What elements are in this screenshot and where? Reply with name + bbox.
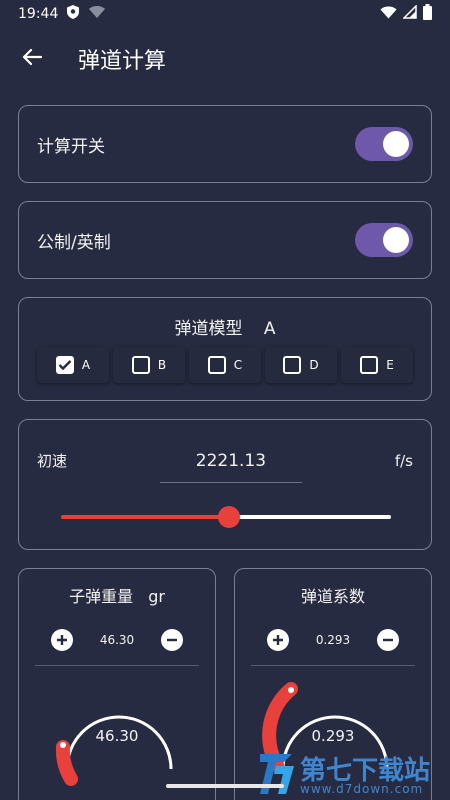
app-bar: 弹道计算	[0, 28, 450, 90]
checkbox-checked[interactable]	[55, 356, 74, 374]
plus-icon	[273, 635, 283, 645]
calc-switch-label: 计算开关	[37, 136, 105, 157]
toggle-knob	[383, 227, 409, 253]
minus-icon	[166, 638, 177, 642]
gesture-nav-bar[interactable]	[166, 784, 284, 788]
checkbox[interactable]	[207, 356, 226, 374]
check-icon	[58, 360, 72, 371]
ballistic-model-value: A	[263, 319, 276, 339]
watermark: 第七下载站 www.d7down.com	[256, 748, 450, 800]
watermark-url: www.d7down.com	[300, 782, 424, 796]
velocity-unit: f/s	[394, 451, 413, 470]
wifi-icon	[380, 6, 397, 23]
divider	[35, 665, 199, 666]
ballistic-coef-label: 弹道系数	[300, 587, 365, 606]
bullet-weight-value: 46.30	[99, 633, 135, 647]
model-option-label: C	[233, 358, 243, 372]
status-bar: 19:44	[0, 0, 450, 28]
battery-icon	[423, 4, 432, 24]
slider-thumb[interactable]	[218, 506, 240, 528]
ballistic-coef-header: 弹道系数	[235, 583, 431, 607]
checkbox[interactable]	[360, 356, 379, 374]
model-option-c[interactable]: C	[189, 347, 261, 383]
model-option-a[interactable]: A	[37, 347, 109, 383]
model-option-label: B	[157, 358, 167, 372]
bullet-weight-stepper: 46.30	[19, 629, 215, 651]
checkbox[interactable]	[131, 356, 150, 374]
decrement-button[interactable]	[376, 629, 399, 651]
back-button[interactable]	[12, 39, 52, 79]
calc-switch-card: 计算开关	[18, 105, 432, 183]
unit-switch-label: 公制/英制	[37, 232, 111, 253]
velocity-label: 初速	[37, 452, 68, 470]
model-option-b[interactable]: B	[113, 347, 185, 383]
bullet-weight-header: 子弹重量 gr	[19, 583, 215, 607]
wifi-question-icon	[88, 5, 106, 23]
velocity-input[interactable]: 2221.13	[196, 451, 266, 471]
unit-switch-toggle[interactable]	[355, 223, 413, 257]
model-option-label: E	[386, 358, 394, 372]
bullet-weight-unit: gr	[148, 587, 165, 606]
model-option-d[interactable]: D	[265, 347, 337, 383]
slider-track-active	[61, 515, 229, 519]
calc-switch-toggle[interactable]	[355, 127, 413, 161]
bullet-weight-gauge-value: 46.30	[95, 727, 139, 745]
ballistic-coef-stepper: 0.293	[235, 629, 431, 651]
bullet-weight-label: 子弹重量	[69, 587, 134, 606]
ballistic-coef-value: 0.293	[315, 633, 351, 647]
plus-icon	[57, 635, 67, 645]
ballistic-model-label: 弹道模型	[174, 319, 243, 339]
velocity-input-underline	[160, 482, 302, 483]
ballistic-model-card: 弹道模型 A A B C D E	[18, 297, 432, 401]
velocity-card: 初速 2221.13 f/s	[18, 419, 432, 550]
toggle-knob	[383, 131, 409, 157]
bullet-weight-card: 子弹重量 gr 46.30 46.30	[18, 568, 216, 800]
model-option-e[interactable]: E	[341, 347, 413, 383]
ballistic-model-header: 弹道模型 A	[19, 314, 431, 339]
velocity-slider[interactable]	[61, 506, 391, 528]
shield-icon	[66, 4, 80, 24]
decrement-button[interactable]	[160, 629, 183, 651]
minus-icon	[382, 638, 393, 642]
increment-button[interactable]	[267, 629, 289, 651]
model-options: A B C D E	[19, 347, 431, 383]
model-option-label: A	[81, 358, 91, 372]
ballistic-coef-gauge-value: 0.293	[311, 727, 355, 745]
slider-track-inactive	[229, 515, 391, 519]
page-title: 弹道计算	[78, 49, 167, 74]
status-time: 19:44	[18, 6, 59, 22]
checkbox[interactable]	[283, 356, 302, 374]
signal-icon	[402, 4, 417, 23]
velocity-row: 初速 2221.13 f/s	[19, 450, 431, 471]
divider	[251, 665, 415, 666]
model-option-label: D	[309, 358, 319, 372]
arrow-left-icon	[22, 48, 43, 70]
increment-button[interactable]	[51, 629, 73, 651]
unit-switch-card: 公制/英制	[18, 201, 432, 279]
